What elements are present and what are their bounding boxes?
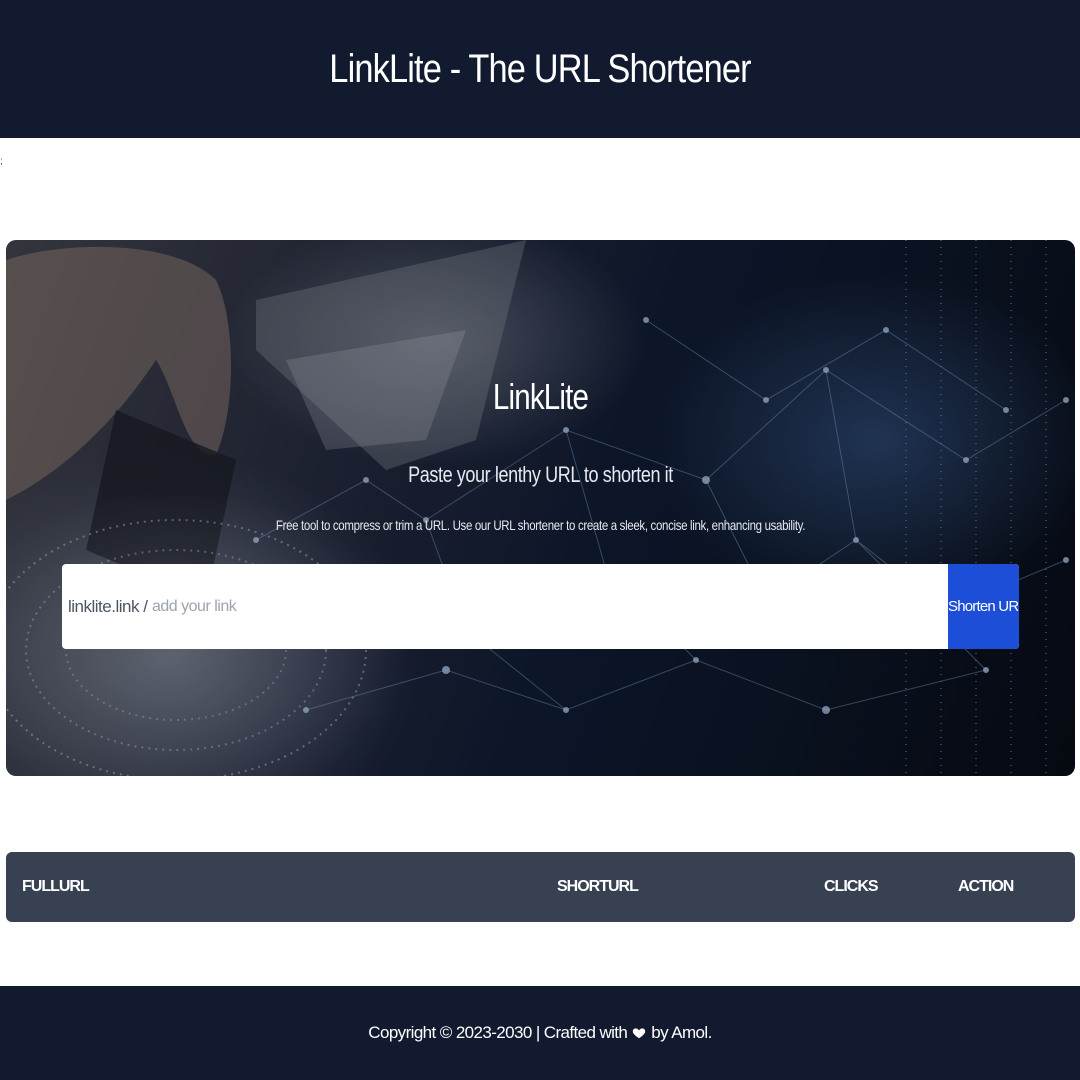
copyright-suffix: by Amol.	[651, 1023, 712, 1042]
hero-description: Free tool to compress or trim a URL. Use…	[275, 517, 806, 533]
links-table-header: FULLURL SHORTURL CLICKS ACTION	[6, 852, 1075, 922]
copyright-prefix: Copyright © 2023-2030 | Crafted with	[368, 1023, 628, 1042]
site-title: LinkLite - The URL Shortener	[329, 46, 751, 91]
hero-subtitle: Paste your lenthy URL to shorten it	[408, 462, 673, 487]
column-header-clicks: CLICKS	[824, 878, 879, 895]
site-header: LinkLite - The URL Shortener	[0, 0, 1080, 138]
shorten-url-button[interactable]: Shorten URL	[948, 564, 1019, 649]
hero-banner: LinkLite Paste your lenthy URL to shorte…	[6, 240, 1075, 776]
network-background-image	[6, 240, 1075, 776]
shorten-form: linklite.link / Shorten URL	[62, 564, 1019, 649]
column-header-shorturl: SHORTURL	[557, 878, 639, 895]
stray-text: ;	[0, 156, 3, 167]
domain-prefix: linklite.link /	[68, 596, 148, 616]
site-footer: Copyright © 2023-2030 | Crafted with by …	[0, 986, 1080, 1080]
column-header-action: ACTION	[958, 878, 1014, 895]
hero-title: LinkLite	[492, 376, 589, 417]
column-header-fullurl: FULLURL	[22, 878, 90, 895]
url-input[interactable]	[148, 564, 948, 649]
copyright-text: Copyright © 2023-2030 | Crafted with by …	[368, 1023, 712, 1043]
heart-icon	[633, 1028, 646, 1039]
